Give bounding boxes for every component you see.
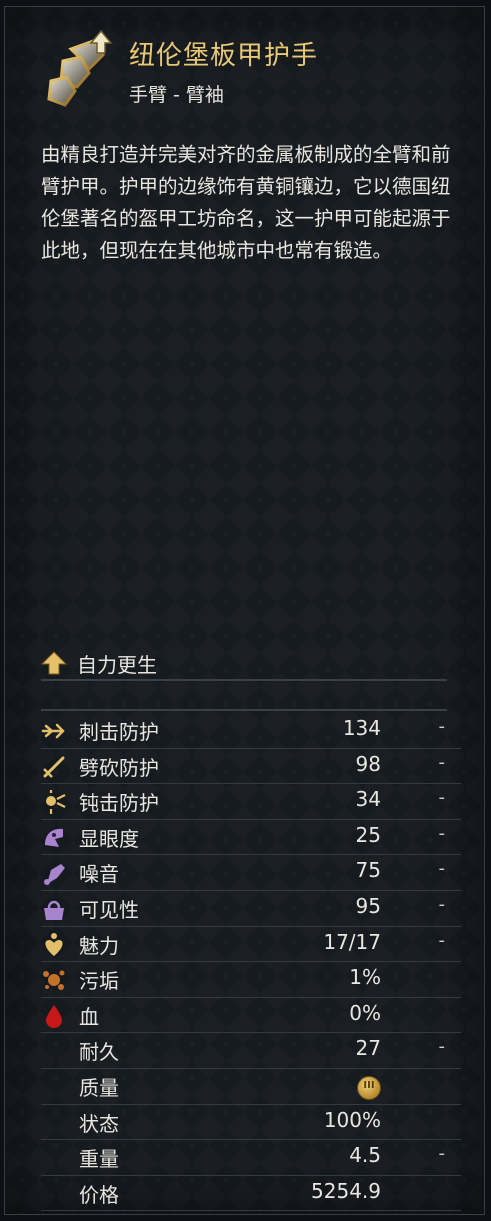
stats-list: 刺击防护 134- 劈砍防护 98- 钝击防护 34- 显眼度 25- 噪音 75- 可见性 95- 魅… [41,713,461,1212]
stat-value: 134 [342,716,381,740]
noise-icon [44,864,65,886]
perk-row: 自力更生 [41,647,157,679]
stat-row: 状态 100% [41,1105,461,1141]
stat-modifier: - [438,787,446,809]
stat-modifier: - [438,858,446,880]
stat-value: 75 [355,858,381,883]
stat-value: 0% [349,1000,381,1025]
stat-row: 质量 [41,1069,461,1105]
up-arrow-icon [41,651,67,675]
charisma-icon [45,932,63,956]
blunt-icon [46,790,66,815]
stat-value: 100% [323,1107,381,1132]
stat-row: 可见性 95 - [41,891,461,927]
stat-name: 重量 [79,1147,119,1172]
stat-row: 重量 4.5 - [41,1140,461,1176]
stat-row: 劈砍防护 98 - [41,749,461,785]
stat-value: 98 [355,751,381,776]
stat-row: 耐久 27 - [41,1033,461,1069]
stat-name: 显眼度 [79,826,139,851]
stat-modifier: - [438,1036,446,1058]
stat-name: 污垢 [79,969,119,994]
stat-modifier: - [438,929,446,951]
stat-name: 刺击防护 [79,720,159,744]
stat-row: 刺击防护 134 - [41,713,461,749]
stat-name: 钝击防护 [79,791,159,816]
stat-value: 95 [355,893,381,918]
stat-modifier: - [438,716,446,737]
dirt-icon [43,970,65,991]
stat-value: 17/17 [323,929,381,954]
stat-row: 显眼度 25 - [41,820,461,856]
stat-value: 34 [355,787,381,812]
stat-value: 4.5 [349,1143,381,1168]
item-name: 纽伦堡板甲护手 [129,41,319,71]
blood-icon [46,1004,62,1028]
stat-row: 污垢 1% [41,962,461,998]
stat-name: 价格 [79,1182,119,1207]
stat-name: 噪音 [79,862,119,887]
item-slot: 手臂 - 臂袖 [129,84,224,106]
stat-name: 质量 [79,1075,119,1100]
stat-name: 状态 [79,1111,119,1136]
stat-name: 血 [79,1004,99,1029]
stat-name: 可见性 [79,897,139,922]
perk-label: 自力更生 [77,652,157,677]
item-tooltip-panel: 纽伦堡板甲护手 手臂 - 臂袖 由精良打造并完美对齐的金属板制成的全臂和前臂护甲… [4,6,485,1215]
stat-row: 钝击防护 34 - [41,784,461,820]
stat-modifier: - [438,1143,446,1165]
stat-value: 1% [349,965,381,990]
stat-row: 价格 5254.9 [41,1176,461,1212]
divider [41,679,447,681]
stat-row: 血 0% [41,998,461,1034]
stab-icon [41,723,65,739]
stat-value: 5254.9 [311,1178,381,1203]
plate-gauntlet-icon [47,29,113,107]
stat-name: 耐久 [79,1040,119,1065]
slash-icon [43,756,65,778]
stat-value: 25 [355,822,381,847]
visibility-icon [44,900,64,920]
item-description: 由精良打造并完美对齐的金属板制成的全臂和前臂护甲。护甲的边缘饰有黄铜镶边，它以德… [41,143,451,262]
stat-name: 劈砍防护 [79,755,159,780]
stat-modifier: - [438,893,446,915]
stat-row: 噪音 75 - [41,855,461,891]
quality-coin-icon [357,1075,381,1100]
stat-modifier: - [438,751,446,773]
conspicuousness-icon [45,828,63,847]
stat-row: 魅力 17/17 - [41,927,461,963]
divider [41,709,447,711]
stat-name: 魅力 [79,933,119,958]
stat-value: 27 [355,1036,381,1061]
stat-modifier: - [438,822,446,844]
